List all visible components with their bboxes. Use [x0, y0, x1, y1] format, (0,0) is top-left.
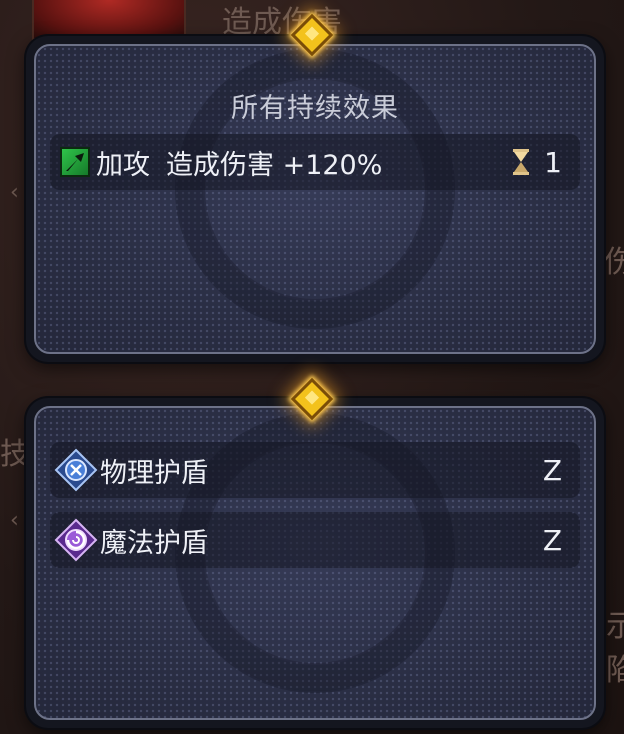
chevron-left-icon: ‹ [10, 508, 19, 533]
effect-name: 加攻 [96, 149, 150, 181]
effect-description: 造成伤害 +120% [166, 149, 383, 181]
effect-row[interactable]: 加攻 造成伤害 +120% 1 [50, 134, 580, 190]
background-portrait [32, 0, 186, 40]
attack-up-icon [60, 147, 90, 177]
shield-name: 魔法护盾 [100, 527, 208, 559]
background-text: 示 [606, 609, 624, 644]
effects-panel: 所有持续效果 加攻 造成伤害 +120% 1 [26, 36, 604, 362]
shields-panel-body: 物理护盾 Z 魔法护盾 Z [34, 406, 596, 720]
shield-name: 物理护盾 [100, 457, 208, 489]
shield-value: Z [542, 453, 562, 487]
magic-shield-icon [54, 518, 98, 562]
shields-panel: 物理护盾 Z 魔法护盾 Z [26, 398, 604, 728]
background-text: 伤 [604, 245, 624, 280]
hourglass-icon [513, 149, 530, 175]
chevron-left-icon: ‹ [10, 180, 19, 205]
stage: 造成伤害 技 伤 示 陷 ‹ ‹ 所有持续效果 加攻 造成伤害 +120% 1 … [0, 0, 624, 734]
panel-title: 所有持续效果 [231, 93, 399, 124]
shield-row-magic[interactable]: 魔法护盾 Z [50, 512, 580, 568]
effect-duration: 1 [544, 145, 562, 179]
effects-panel-body: 所有持续效果 加攻 造成伤害 +120% 1 [34, 44, 596, 354]
background-text: 陷 [606, 653, 624, 688]
shield-row-physical[interactable]: 物理护盾 Z [50, 442, 580, 498]
shield-value: Z [542, 523, 562, 557]
physical-shield-icon [54, 448, 98, 492]
